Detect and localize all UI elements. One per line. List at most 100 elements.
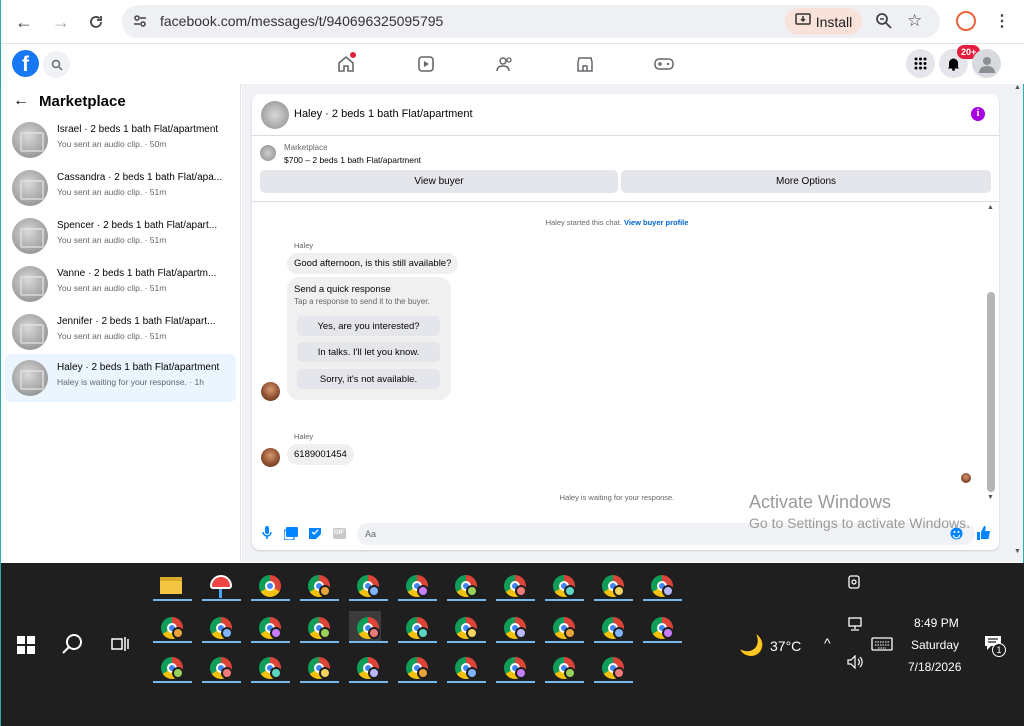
facebook-logo[interactable]: f	[12, 50, 39, 77]
info-icon[interactable]: i	[971, 107, 985, 121]
friends-icon[interactable]	[495, 54, 515, 74]
install-button[interactable]: Install	[785, 8, 862, 35]
chrome-profile-icon[interactable]	[643, 569, 682, 601]
chrome-profile-icon[interactable]	[447, 651, 486, 683]
chrome-profile-icon[interactable]	[545, 611, 584, 643]
chrome-profile-icon[interactable]	[545, 651, 584, 683]
conversation-item[interactable]: Spencer · 2 beds 1 bath Flat/apart... Yo…	[5, 212, 236, 260]
chrome-profile-icon[interactable]	[643, 611, 682, 643]
quick-reply-button[interactable]: Yes, are you interested?	[297, 316, 440, 336]
conversation-snippet: You sent an audio clip. · 51m	[57, 235, 167, 245]
chrome-profile-icon[interactable]	[300, 611, 339, 643]
action-center-icon[interactable]: 1	[984, 635, 1006, 657]
chrome-profile-icon[interactable]	[300, 651, 339, 683]
chrome-profile-icon[interactable]	[496, 569, 535, 601]
conversation-title: Jennifer · 2 beds 1 bath Flat/apart...	[57, 316, 216, 327]
install-label: Install	[815, 13, 853, 30]
chrome-profile-icon[interactable]	[153, 611, 192, 643]
microphone-icon[interactable]	[260, 526, 274, 540]
keyboard-icon[interactable]	[871, 637, 893, 656]
taskbar-search-icon[interactable]	[62, 633, 84, 660]
reload-icon[interactable]	[83, 9, 109, 35]
chrome-profile-icon[interactable]	[153, 651, 192, 683]
conversation-snippet: You sent an audio clip. · 50m	[57, 139, 167, 149]
chrome-profile-icon[interactable]	[349, 569, 388, 601]
facebook-top-nav: f 20+	[1, 44, 1024, 84]
chat-listing-avatar	[261, 101, 289, 129]
chrome-icon[interactable]	[251, 569, 290, 601]
network-icon[interactable]	[846, 617, 864, 636]
chrome-profile-icon[interactable]	[594, 569, 633, 601]
browser-menu-icon[interactable]: ⋮	[994, 11, 1010, 31]
chrome-profile-icon[interactable]	[398, 569, 437, 601]
chrome-profile-icon[interactable]	[251, 611, 290, 643]
view-buyer-profile-link[interactable]: View buyer profile	[624, 218, 688, 227]
chrome-profile-icon[interactable]	[202, 651, 241, 683]
chrome-profile-icon[interactable]	[398, 611, 437, 643]
address-bar[interactable]: facebook.com/messages/t/940696325095795 …	[122, 5, 940, 38]
gaming-icon[interactable]	[654, 54, 674, 74]
read-receipt-avatar	[961, 473, 971, 483]
chat-scrollbar[interactable]: ▲ ▼	[986, 202, 996, 504]
windows-start-icon[interactable]	[17, 636, 35, 659]
bookmark-star-icon[interactable]: ☆	[907, 11, 922, 31]
file-explorer-icon[interactable]	[153, 569, 192, 601]
quick-reply-button[interactable]: In talks. I'll let you know.	[297, 342, 440, 362]
video-icon[interactable]	[416, 54, 436, 74]
conversation-item-active[interactable]: Haley · 2 beds 1 bath Flat/apartment Hal…	[5, 354, 236, 402]
back-icon[interactable]: ←	[11, 9, 37, 35]
thumbs-up-icon[interactable]	[977, 526, 991, 540]
chrome-profile-icon[interactable]	[398, 651, 437, 683]
volume-icon[interactable]	[847, 654, 863, 674]
chrome-profile-icon[interactable]	[251, 651, 290, 683]
site-settings-icon[interactable]	[132, 13, 148, 34]
quick-reply-button[interactable]: Sorry, it's not available.	[297, 369, 440, 389]
task-view-icon[interactable]	[111, 635, 131, 658]
clock-date[interactable]: 7/18/2026	[908, 660, 961, 674]
home-icon[interactable]	[336, 52, 356, 74]
more-options-button[interactable]: More Options	[621, 170, 991, 193]
clock-time[interactable]: 8:49 PM	[914, 616, 959, 630]
weather-moon-icon[interactable]: 🌙	[739, 633, 764, 658]
forward-icon[interactable]: →	[48, 9, 74, 35]
gif-icon[interactable]: GIF	[332, 526, 346, 540]
conversation-item[interactable]: Vanne · 2 beds 1 bath Flat/apartm... You…	[5, 260, 236, 308]
marketplace-icon[interactable]	[575, 54, 595, 74]
chrome-profile-icon[interactable]	[447, 611, 486, 643]
page-scrollbar[interactable]: ▲ ▼	[1013, 84, 1023, 562]
chrome-profile-icon[interactable]	[545, 569, 584, 601]
profile-icon[interactable]	[956, 11, 976, 31]
conversation-item[interactable]: Israel · 2 beds 1 bath Flat/apartment Yo…	[5, 116, 236, 164]
clock-day[interactable]: Saturday	[911, 638, 959, 652]
conversation-item[interactable]: Jennifer · 2 beds 1 bath Flat/apart... Y…	[5, 308, 236, 356]
listing-avatar	[12, 314, 48, 350]
zoom-icon[interactable]	[875, 12, 893, 35]
chrome-profile-icon[interactable]	[349, 611, 388, 643]
account-avatar[interactable]	[972, 49, 1001, 78]
chrome-profile-icon[interactable]	[202, 611, 241, 643]
chrome-profile-icon[interactable]	[300, 569, 339, 601]
photo-icon[interactable]	[284, 526, 298, 540]
conversation-title: Israel · 2 beds 1 bath Flat/apartment	[57, 124, 219, 135]
weather-temperature[interactable]: 37°C	[770, 638, 801, 654]
meet-now-icon[interactable]	[846, 574, 862, 595]
listing-avatar	[12, 170, 48, 206]
sticker-icon[interactable]	[308, 526, 322, 540]
chat-scroll-thumb[interactable]	[987, 292, 995, 492]
chrome-profile-icon[interactable]	[349, 651, 388, 683]
chrome-profile-icon[interactable]	[496, 611, 535, 643]
chrome-profile-icon[interactable]	[594, 611, 633, 643]
chrome-profile-icon[interactable]	[447, 569, 486, 601]
back-arrow-icon[interactable]: ←	[13, 92, 29, 110]
show-hidden-icons-icon[interactable]: ^	[824, 635, 831, 651]
sender-name: Haley	[294, 241, 314, 250]
search-icon[interactable]	[43, 51, 70, 78]
chrome-profile-icon[interactable]	[496, 651, 535, 683]
conversation-snippet: Haley is waiting for your response. · 1h	[57, 377, 204, 387]
chrome-profile-icon[interactable]	[594, 651, 633, 683]
app-icon[interactable]	[202, 569, 241, 601]
view-buyer-button[interactable]: View buyer	[260, 170, 618, 193]
listing-avatar	[12, 360, 48, 396]
conversation-item[interactable]: Cassandra · 2 beds 1 bath Flat/apa... Yo…	[5, 164, 236, 212]
menu-grid-icon[interactable]	[906, 49, 935, 78]
